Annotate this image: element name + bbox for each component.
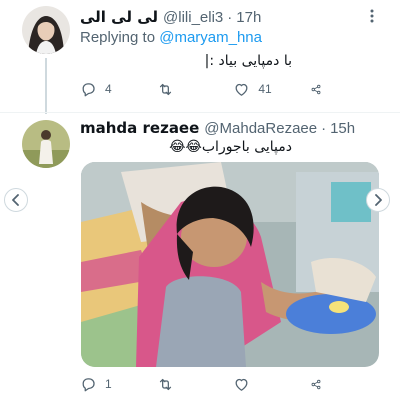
tweet-text: با دمپایی بیاد :| bbox=[204, 53, 292, 69]
tweet-lili[interactable]: لی لی الی @lili_eli3 · 17h Replying to @… bbox=[0, 0, 400, 112]
heart-icon bbox=[235, 83, 248, 96]
display-name[interactable]: لی لی الی bbox=[80, 8, 158, 26]
reply-button[interactable]: 1 bbox=[80, 376, 157, 393]
carousel-next-button[interactable] bbox=[366, 188, 390, 212]
username-handle[interactable]: @MahdaRezaee bbox=[204, 120, 317, 137]
tweet-text: دمپایی باجوراب😂😂 bbox=[169, 139, 292, 155]
tweet-header: لی لی الی @lili_eli3 · 17h bbox=[80, 6, 366, 28]
reply-count: 1 bbox=[105, 377, 112, 391]
tweet-media-image[interactable] bbox=[81, 162, 379, 367]
replying-to-line: Replying to @maryam_hna bbox=[80, 29, 262, 46]
chevron-right-icon bbox=[375, 194, 382, 206]
retweet-button[interactable] bbox=[157, 81, 234, 98]
reply-button[interactable]: 4 bbox=[80, 81, 157, 98]
more-options-button[interactable] bbox=[362, 6, 382, 26]
retweet-icon bbox=[159, 83, 171, 95]
reply-count: 4 bbox=[105, 82, 112, 96]
display-name[interactable]: mahda rezaee bbox=[80, 119, 199, 137]
timestamp[interactable]: 17h bbox=[236, 9, 261, 26]
share-icon bbox=[311, 84, 321, 94]
retweet-button[interactable] bbox=[157, 376, 234, 393]
comment-icon bbox=[82, 377, 95, 391]
carousel-prev-button[interactable] bbox=[4, 188, 28, 212]
avatar-lili[interactable] bbox=[22, 6, 70, 54]
share-button[interactable] bbox=[310, 376, 330, 393]
tweet-actions: 4 41 bbox=[80, 79, 330, 99]
more-vertical-icon bbox=[370, 9, 374, 23]
tweet-header: mahda rezaee @MahdaRezaee · 15h bbox=[80, 117, 366, 139]
comment-icon bbox=[82, 82, 95, 96]
timestamp[interactable]: 15h bbox=[330, 120, 355, 137]
avatar-mahda[interactable] bbox=[22, 120, 70, 168]
tweet-actions: 1 bbox=[80, 374, 330, 394]
replying-to-mention[interactable]: @maryam_hna bbox=[159, 29, 262, 46]
heart-icon bbox=[235, 378, 248, 391]
replying-to-label: Replying to bbox=[80, 29, 156, 46]
share-icon bbox=[311, 379, 321, 389]
chevron-left-icon bbox=[12, 194, 19, 206]
share-button[interactable] bbox=[310, 81, 330, 98]
retweet-icon bbox=[159, 378, 171, 390]
tweet-mahda[interactable]: mahda rezaee @MahdaRezaee · 15h دمپایی ب… bbox=[0, 112, 400, 400]
like-button[interactable]: 41 bbox=[233, 81, 310, 98]
like-button[interactable] bbox=[233, 376, 310, 393]
like-count: 41 bbox=[258, 82, 272, 96]
separator-dot: · bbox=[227, 8, 233, 26]
separator-dot: · bbox=[321, 119, 327, 137]
username-handle[interactable]: @lili_eli3 bbox=[163, 9, 223, 26]
